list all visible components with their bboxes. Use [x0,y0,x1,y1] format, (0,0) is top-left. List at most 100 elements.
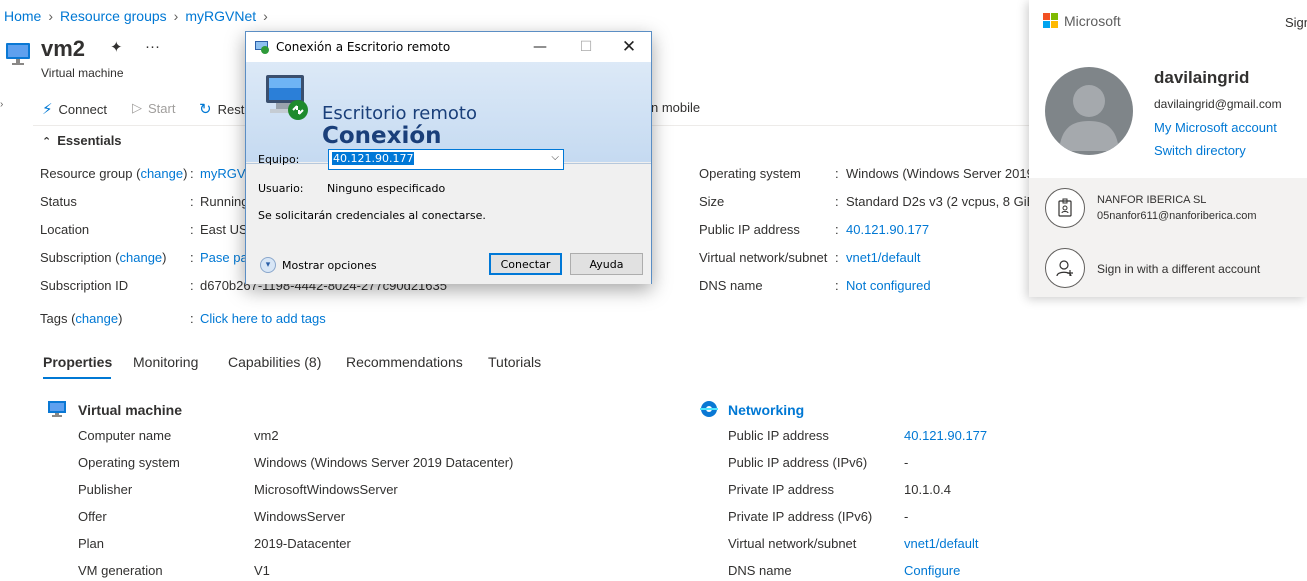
add-tags-link[interactable]: Click here to add tags [200,311,326,326]
subscription-change-link[interactable]: change [120,250,163,265]
net-prop-label: DNS name [728,563,792,578]
ess-dns-value[interactable]: Not configured [846,278,931,293]
net-prop-label: Private IP address (IPv6) [728,509,873,524]
ess-location-label: Location [40,222,90,237]
close-button[interactable]: ✕ [606,32,652,62]
colon: : [190,250,194,265]
show-options-label: Mostrar opciones [282,258,377,272]
tab-monitoring[interactable]: Monitoring [133,354,198,370]
dropdown-chevron-icon[interactable]: ⌵ [551,152,559,163]
sign-out-link[interactable]: Sign [1285,15,1307,30]
restart-icon: ↻ [199,101,212,118]
vm-prop-value: MicrosoftWindowsServer [254,482,398,497]
breadcrumb-resource-groups[interactable]: Resource groups [60,8,167,24]
my-account-link[interactable]: My Microsoft account [1154,120,1277,135]
active-tab-indicator [43,377,111,379]
ess-location-value: East US [200,222,248,237]
dialog-banner: Escritorio remoto Conexión [246,62,651,162]
restart-button[interactable]: ↻ Rest [199,100,244,118]
ess-subscription-label: Subscription (change) [40,250,167,265]
colon: : [190,194,194,209]
minimize-button[interactable]: — [517,32,563,62]
computer-combobox[interactable]: 40.121.90.177 ⌵ [328,149,564,170]
net-vnet-link[interactable]: vnet1/default [904,536,978,551]
colon: : [835,250,839,265]
equipo-label: Equipo: [258,153,300,166]
microsoft-brand: Microsoft [1064,13,1121,29]
vm-section-title: Virtual machine [78,402,183,418]
resource-type: Virtual machine [41,66,124,80]
essentials-toggle[interactable]: ⌃ Essentials [42,133,122,148]
tab-recommendations[interactable]: Recommendations [346,354,463,370]
ess-public-ip-value[interactable]: 40.121.90.177 [846,222,929,237]
dialog-titlebar[interactable]: Conexión a Escritorio remoto — ☐ ✕ [246,32,651,62]
rdp-dialog: Conexión a Escritorio remoto — ☐ ✕ Escri… [245,31,652,284]
colon: : [190,311,194,326]
essentials-header: Essentials [57,133,122,148]
tab-capabilities[interactable]: Capabilities (8) [228,354,321,370]
tags-change-link[interactable]: change [75,311,118,326]
avatar [1045,67,1133,155]
help-button[interactable]: Ayuda [570,253,643,275]
banner-line2: Conexión [322,123,442,149]
vm-prop-value: 2019-Datacenter [254,536,351,551]
net-prop-label: Public IP address [728,428,829,443]
ess-status-label: Status [40,194,77,209]
expand-options-icon: ▾ [260,257,276,273]
net-prop-label: Virtual network/subnet [728,536,857,551]
ess-subscription-id-label: Subscription ID [40,278,129,293]
connect-rdp-button[interactable]: Conectar [489,253,562,275]
networking-section-title[interactable]: Networking [728,402,804,418]
colon: : [190,166,194,181]
ess-size-value: Standard D2s v3 (2 vcpus, 8 GiB [846,194,1036,209]
banner-line1: Escritorio remoto [322,103,477,124]
ess-vnet-label: Virtual network/subnet [699,250,828,265]
colon: : [190,278,194,293]
vm-prop-label: Computer name [78,428,172,443]
colon: : [835,278,839,293]
computer-value: 40.121.90.177 [332,152,415,165]
vm-prop-label: Operating system [78,455,180,470]
vm-prop-value: WindowsServer [254,509,346,524]
net-dns-configure-link[interactable]: Configure [904,563,960,578]
colon: : [190,222,194,237]
start-button[interactable]: ▷ Start [132,100,175,116]
tab-properties[interactable]: Properties [43,354,112,370]
org-badge-icon [1045,188,1085,228]
net-prop-label: Private IP address [728,482,834,497]
net-prop-value: - [904,455,909,470]
vm-prop-value: V1 [254,563,270,578]
vm-prop-label: Plan [78,536,105,551]
page-title: vm2 [41,36,86,61]
pin-icon[interactable]: ✦ [110,38,123,56]
restart-label: Rest [217,101,245,117]
connect-button[interactable]: ⚡ Connect [42,100,107,118]
ess-dns-label: DNS name [699,278,763,293]
switch-directory-link[interactable]: Switch directory [1154,143,1246,158]
net-public-ip-link[interactable]: 40.121.90.177 [904,428,987,443]
ess-vnet-value[interactable]: vnet1/default [846,250,920,265]
more-icon[interactable]: ··· [145,38,160,55]
resource-group-change-link[interactable]: change [140,166,183,181]
breadcrumb-home[interactable]: Home [4,8,41,24]
colon: : [835,166,839,181]
show-options-toggle[interactable]: ▾ Mostrar opciones [260,257,377,273]
sign-in-different-account[interactable]: Sign in with a different account [1097,262,1260,276]
connect-label: Connect [58,101,107,117]
add-person-icon[interactable] [1045,248,1085,288]
maximize-button[interactable]: ☐ [563,32,609,62]
rdp-small-icon [254,39,270,58]
tab-tutorials[interactable]: Tutorials [488,354,541,370]
start-label: Start [148,100,176,116]
account-username: davilaingrid [1154,68,1250,87]
ess-subscription-value[interactable]: Pase pa [200,250,248,265]
collapse-chevron-icon[interactable]: › [0,99,3,110]
ess-resource-group-label: Resource group (change) [40,166,188,181]
credentials-note: Se solicitarán credenciales al conectars… [258,209,486,222]
plug-icon: ⚡ [42,101,53,118]
org-name[interactable]: NANFOR IBERICA SL [1097,194,1206,206]
breadcrumb-rg[interactable]: myRGVNet [185,8,256,24]
connect-rdp-label: Conectar [500,257,551,271]
mobile-button[interactable]: n mobile [651,100,700,115]
ess-size-label: Size [699,194,725,209]
